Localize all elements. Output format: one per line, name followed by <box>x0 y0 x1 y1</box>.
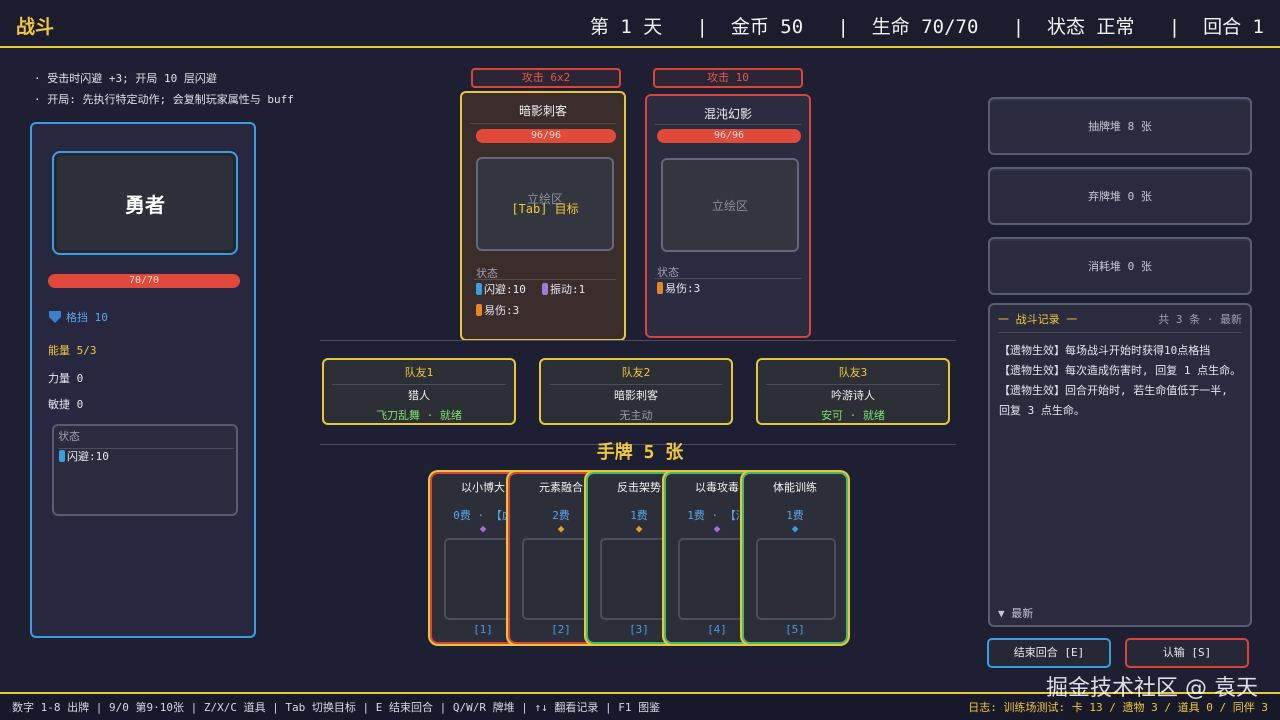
ally-1-slot-label: 队友1 <box>404 366 434 379</box>
ally-slot-3[interactable]: 队友3 吟游诗人 安可 · 就绪 <box>756 358 950 425</box>
player-status-box: 状态 闪避:10 <box>52 424 238 516</box>
ally-2-role: 暗影刺客 <box>614 389 658 402</box>
vulnerable-icon <box>476 304 482 316</box>
enemy-1-status-label: 易伤:3 <box>484 304 520 317</box>
enemy-2-portrait-label: 立绘区 <box>711 198 748 213</box>
shield-icon <box>49 311 61 323</box>
battle-log-title: 一 战斗记录 一 <box>998 313 1078 326</box>
surrender-button[interactable]: 认输 [S] <box>1125 638 1249 668</box>
exhaust-pile-label: 消耗堆 0 张 <box>1088 260 1152 273</box>
player-panel: 勇者 70/70 格挡 10 能量 5/3 力量 0 敏捷 0 状态 闪避:10 <box>30 122 256 638</box>
player-status-chip: 闪避:10 <box>59 448 109 464</box>
enemy-1-portrait: 立绘区 [Tab] 目标 <box>476 157 614 251</box>
draw-pile[interactable]: 抽牌堆 8 张 <box>988 97 1252 155</box>
ally-2-slot-label: 队友2 <box>621 366 651 379</box>
enemy-1-hp-bar: 96/96 <box>476 129 616 143</box>
log-entry: 【遗物生效】回合开始时, 若生命值低于一半, 回复 3 点生命。 <box>999 384 1228 417</box>
enemy-2-hp-bar: 96/96 <box>657 129 801 143</box>
player-hp-text: 70/70 <box>128 275 160 286</box>
enemy-1-name: 暗影刺客 <box>518 104 567 118</box>
enemy-card-1[interactable]: 暗影刺客 96/96 立绘区 [Tab] 目标 状态 闪避:10 振动:1 易伤… <box>460 91 626 341</box>
enemy-2-portrait: 立绘区 <box>661 158 799 252</box>
enemy-2-name: 混沌幻影 <box>703 107 752 121</box>
top-bar: 战斗 第 1 天 | 金币 50 | 生命 70/70 | 状态 正常 | 回合… <box>0 0 1280 48</box>
battle-log-footer: ▼ 最新 <box>998 607 1034 620</box>
enemy-2-intent: 攻击 10 <box>653 68 803 88</box>
enemy-1-status-vulnerable: 易伤:3 <box>476 302 519 318</box>
card-cost: 1费 <box>786 509 804 522</box>
enemy-1-intent: 攻击 6x2 <box>471 68 621 88</box>
enemy-1-status-dodge: 闪避:10 <box>476 281 526 297</box>
battle-log-header: 一 战斗记录 一 共 3 条 · 最新 <box>998 311 1242 327</box>
dodge-icon <box>476 283 482 295</box>
enemy-hint-1: · 受击时闪避 +3; 开局 10 层闪避 <box>34 72 217 85</box>
enemy-hint-2: · 开局: 先执行特定动作; 会复制玩家属性与 buff <box>34 93 294 106</box>
divider-top <box>320 340 956 341</box>
hand-title: 手牌 5 张 <box>596 442 684 463</box>
vulnerable-icon <box>657 282 663 294</box>
log-entry: 【遗物生效】每次造成伤害时, 回复 1 点生命。 <box>999 364 1242 377</box>
battle-log-meta: 共 3 条 · 最新 <box>1158 313 1242 326</box>
status-readout: 第 1 天 | 金币 50 | 生命 70/70 | 状态 正常 | 回合 1 <box>589 16 1264 38</box>
watermark: 掘金技术社区 @ 袁天 <box>1046 676 1258 701</box>
player-portrait[interactable]: 勇者 <box>52 151 238 255</box>
end-turn-button[interactable]: 结束回合 [E] <box>987 638 1111 668</box>
vibrate-icon <box>542 283 548 295</box>
player-block-text: 格挡 10 <box>66 311 108 324</box>
player-status-title: 状态 <box>58 430 80 443</box>
discard-pile-label: 弃牌堆 0 张 <box>1088 190 1152 203</box>
battle-log-entries: 【遗物生效】每场战斗开始时获得10点格挡 【遗物生效】每次造成伤害时, 回复 1… <box>999 341 1244 421</box>
enemy-1-status-label: 闪避:10 <box>484 283 526 296</box>
discard-pile[interactable]: 弃牌堆 0 张 <box>988 167 1252 225</box>
ally-3-slot-label: 队友3 <box>838 366 868 379</box>
player-strength: 力量 0 <box>48 372 84 385</box>
ally-1-role: 猎人 <box>408 389 430 402</box>
log-entry: 【遗物生效】每场战斗开始时获得10点格挡 <box>999 344 1211 357</box>
enemy-2-status-vulnerable: 易伤:3 <box>657 280 700 296</box>
ally-2-tags: 无主动 <box>619 409 653 422</box>
ally-slot-2[interactable]: 队友2 暗影刺客 无主动 <box>539 358 733 425</box>
battle-log[interactable]: 一 战斗记录 一 共 3 条 · 最新 【遗物生效】每场战斗开始时获得10点格挡… <box>988 303 1252 627</box>
enemy-2-status-label: 易伤:3 <box>665 282 701 295</box>
enemy-2-hp-text: 96/96 <box>713 130 745 141</box>
ally-1-tags: 飞刀乱舞 · 就绪 <box>376 409 462 422</box>
hand-card-5[interactable]: 体能训练 1费 ◆ [5] <box>742 472 848 644</box>
player-hp-bar: 70/70 <box>48 274 240 288</box>
ally-3-role: 吟游诗人 <box>831 389 875 402</box>
player-agility: 敏捷 0 <box>48 398 84 411</box>
ally-3-tags: 安可 · 就绪 <box>821 409 885 422</box>
keybind-help: 数字 1-8 出牌 | 9/0 第9·10张 | Z/X/C 道具 | Tab … <box>12 701 661 714</box>
enemy-card-2[interactable]: 混沌幻影 96/96 立绘区 状态 易伤:3 <box>645 94 811 338</box>
player-block: 格挡 10 <box>48 309 108 325</box>
exhaust-pile[interactable]: 消耗堆 0 张 <box>988 237 1252 295</box>
target-indicator: [Tab] 目标 <box>511 202 579 216</box>
card-name: 体能训练 <box>773 481 817 494</box>
dodge-icon <box>59 450 65 462</box>
enemy-1-hp-text: 96/96 <box>530 130 562 141</box>
enemy-1-status-label: 振动:1 <box>550 283 586 296</box>
player-energy: 能量 5/3 <box>48 344 97 357</box>
player-status-label: 闪避:10 <box>67 450 109 463</box>
card-hotkey: [5] <box>785 623 805 636</box>
enemy-1-status-vibrate: 振动:1 <box>542 281 585 297</box>
player-name: 勇者 <box>125 192 165 217</box>
card-art <box>756 538 836 620</box>
draw-pile-label: 抽牌堆 8 张 <box>1088 120 1152 133</box>
screen-title: 战斗 <box>16 16 55 38</box>
ally-slot-1[interactable]: 队友1 猎人 飞刀乱舞 · 就绪 <box>322 358 516 425</box>
card-gem-icon: ◆ <box>791 522 799 535</box>
